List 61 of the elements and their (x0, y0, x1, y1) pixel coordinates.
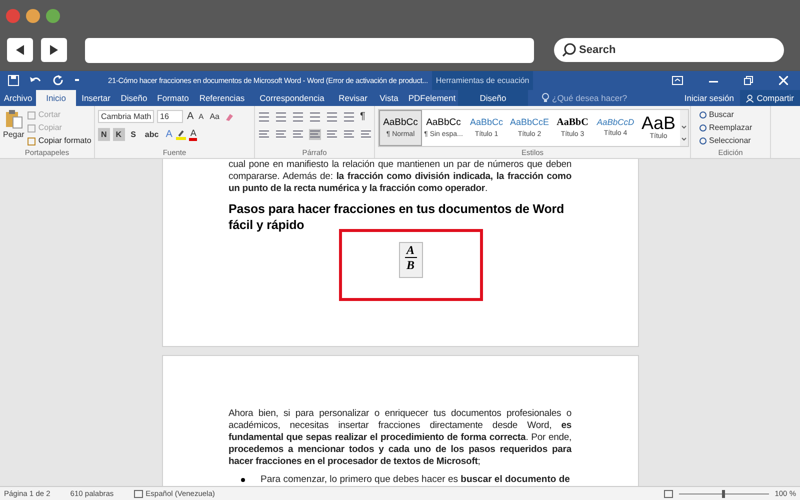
gallery-scroll-icon (680, 110, 688, 146)
restore-icon (744, 76, 753, 85)
zoom-slider-icon (678, 490, 769, 498)
back-button[interactable] (7, 38, 33, 62)
ribbon-tab[interactable]: Archivo (0, 90, 36, 106)
format-button[interactable]: S (128, 128, 139, 141)
clear-formatting-icon (224, 112, 234, 122)
editing-button[interactable]: Seleccionar (698, 135, 752, 147)
editing-button[interactable]: Reemplazar (698, 122, 752, 134)
bullet-icon (240, 478, 244, 482)
lightbulb-icon (542, 93, 549, 103)
search-placeholder: Search (579, 42, 616, 58)
text-effects-button[interactable]: A (164, 127, 174, 142)
ribbon-tab[interactable]: Referencias (194, 90, 250, 106)
ribbon-tab[interactable]: Insertar (76, 90, 116, 106)
ribbon-tab[interactable]: Inicio (36, 90, 76, 106)
section-heading: Pasos para hacer fracciones en tus documentos de Word fácil y rápido (228, 201, 566, 233)
paste-button[interactable]: Pegar (3, 109, 24, 147)
forward-arrow-icon (49, 45, 59, 55)
grow-font-button[interactable]: A (186, 109, 195, 124)
format-button[interactable]: N (98, 128, 110, 141)
align-right-icon (292, 129, 304, 140)
ribbon-display-icon (672, 76, 683, 85)
ribbon-tab[interactable]: Diseño (458, 90, 528, 106)
ribbon-tab[interactable]: Formato (152, 90, 194, 106)
body-paragraph: Ahora bien, si para personalizar o enriquecer tus documentos profesionales o académicos, necesitas insertar fracciones directamente desde Word, es fundamental que sepas realizar el procedimiento de forma correcta. Por ende, procedemos a mencionar todos y cada uno de los pasos requeridos para hacer fracciones en el procesador de textos de Microsoft; (228, 408, 572, 468)
forward-button[interactable] (41, 38, 67, 62)
ribbon-tab[interactable]: Revisar (334, 90, 372, 106)
font-color-button[interactable]: A (189, 128, 198, 140)
body-paragraph: cual pone en manifiesto la relación que mantienen un par de números que deben compararse. Además de: la fracción como división indicada, la fracción como un punto de la recta numérica y la fracción como operador. (228, 159, 572, 195)
format-button[interactable]: abc (142, 128, 162, 141)
center-icon (275, 129, 287, 140)
show-marks-button[interactable]: ¶ (360, 109, 366, 124)
contextual-tab-group: Herramientas de ecuación (432, 71, 534, 90)
close-icon (779, 76, 788, 85)
clipboard-icon (4, 109, 23, 129)
redo-icon (53, 75, 64, 86)
highlight-icon (176, 130, 186, 140)
ribbon-tab[interactable]: Correspondencia (250, 90, 334, 106)
list-item: Para comenzar, lo primero que debes hacer es buscar el documento de (260, 474, 570, 486)
format-button[interactable]: K (112, 128, 125, 141)
font-size-field[interactable]: 16 (157, 110, 183, 123)
editing-button[interactable]: Buscar (698, 109, 752, 121)
clipboard-button[interactable]: Copiar formato (27, 135, 92, 147)
tell-me-placeholder: ¿Qué desea hacer? (552, 92, 628, 104)
share-button[interactable]: Compartir (740, 90, 800, 106)
change-case-button[interactable]: Aa (208, 110, 222, 122)
search-field[interactable]: Search (554, 38, 784, 62)
person-icon (746, 94, 754, 102)
save-icon (8, 75, 19, 86)
ribbon-tab[interactable]: Vista (372, 90, 406, 106)
equation-box[interactable]: A B (398, 242, 422, 278)
ribbon-tab[interactable]: PDFelement (406, 90, 458, 106)
font-name-field[interactable]: Cambria Math (98, 110, 154, 123)
justify-icon (309, 129, 321, 140)
back-arrow-icon (15, 45, 25, 55)
align-left-icon (258, 129, 270, 140)
address-bar[interactable] (85, 38, 534, 62)
sign-in-link[interactable]: Iniciar sesión (678, 90, 740, 106)
tell-me-field[interactable]: ¿Qué desea hacer? (542, 90, 628, 106)
ribbon-tab[interactable]: Diseño (116, 90, 152, 106)
